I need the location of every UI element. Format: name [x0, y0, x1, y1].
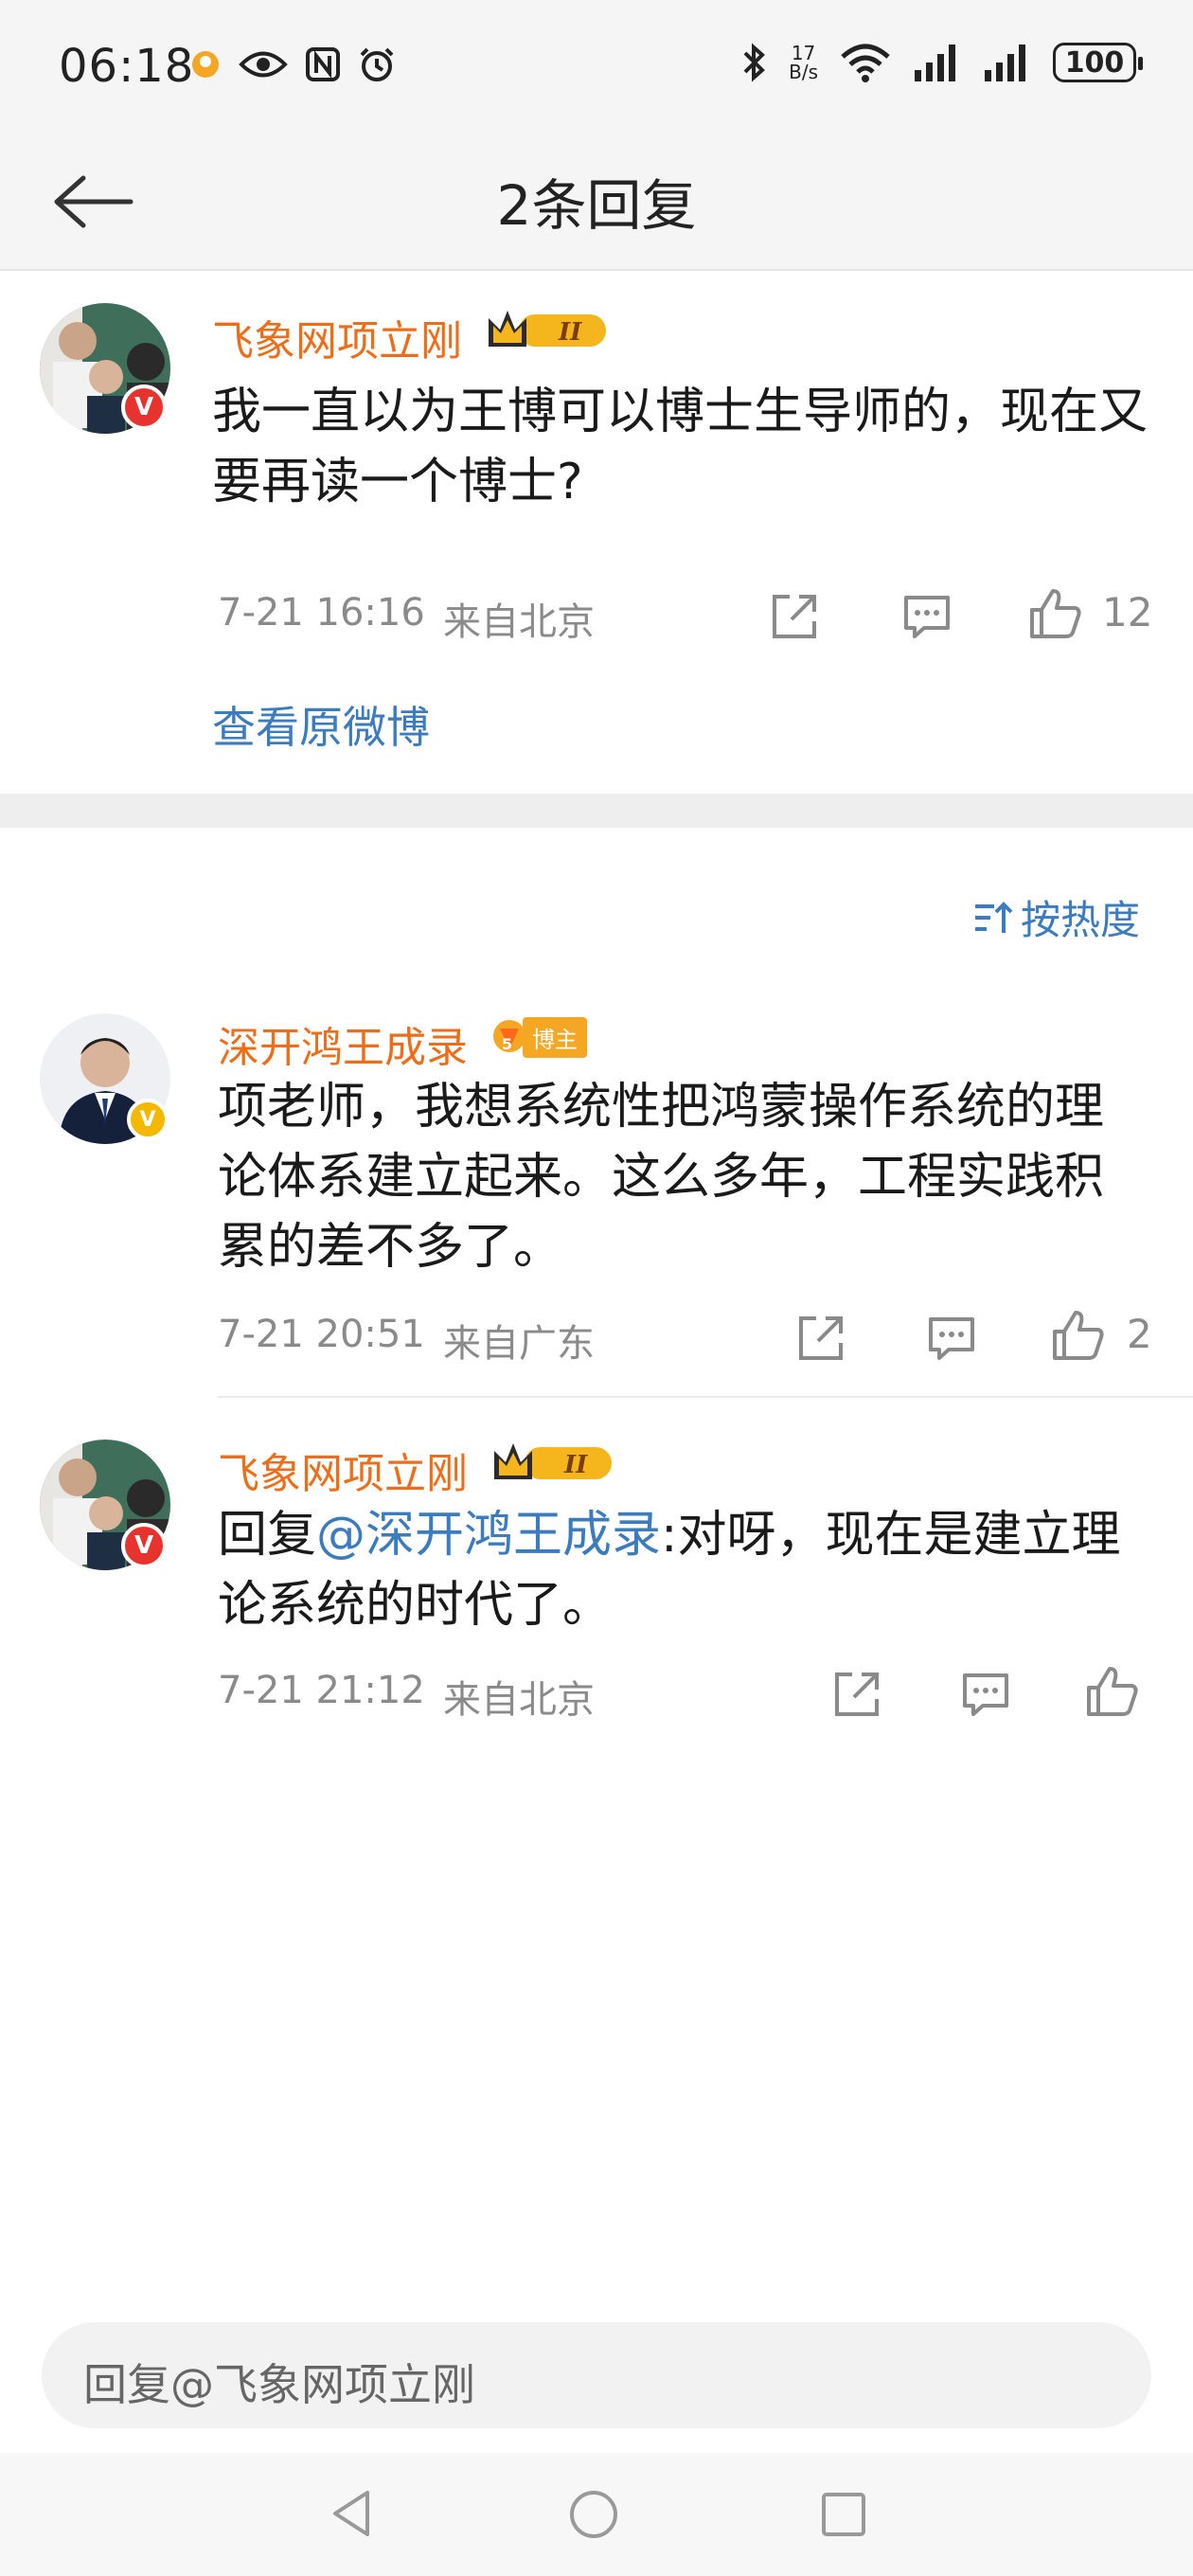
comment-time: 7-21 16:16: [218, 591, 425, 635]
comment-icon[interactable]: [960, 1669, 1011, 1720]
svg-text:II: II: [558, 318, 582, 347]
network-speed: 17 B/s: [789, 44, 818, 81]
bluetooth-icon: [743, 43, 766, 82]
reply-divider: [218, 1396, 1193, 1398]
comment-location: 来自北京: [443, 600, 595, 644]
reply-location: 来自广东: [443, 1322, 595, 1366]
reply-input[interactable]: 回复@飞象网项立刚: [42, 2322, 1151, 2428]
like-count: 2: [1127, 1311, 1152, 1357]
status-left-icons: [189, 45, 396, 83]
reply-location: 来自北京: [443, 1678, 595, 1722]
comment-content: 我一直以为王博可以博士生导师的，现在又要再读一个博士?: [212, 384, 1148, 510]
like-icon[interactable]: [1051, 1309, 1106, 1364]
wifi-icon: [841, 44, 890, 82]
svg-text:II: II: [563, 1451, 588, 1479]
status-time: 06:18: [59, 40, 195, 93]
page-title: 2条回复: [496, 173, 697, 238]
reply-input-placeholder: 回复@飞象网项立刚: [83, 2359, 475, 2410]
reply-time: 7-21 20:51: [218, 1313, 425, 1356]
mention-link[interactable]: @深开鸿王成录: [316, 1507, 661, 1564]
crown-badge-icon: II: [489, 311, 606, 347]
network-speed-value: 17: [791, 42, 816, 64]
username[interactable]: 飞象网项立刚: [218, 1440, 468, 1500]
nav-back-icon[interactable]: [326, 2487, 379, 2540]
nfc-icon: [306, 47, 340, 81]
battery-indicator: 100: [1053, 43, 1143, 82]
alarm-icon: [360, 47, 394, 81]
username[interactable]: 深开鸿王成录: [218, 1013, 468, 1074]
reply-prefix: 回复: [218, 1507, 317, 1564]
status-bar: 06:18 17 B/s 100: [0, 0, 1193, 133]
like-count: 12: [1102, 589, 1153, 635]
blogger-badge-label: 博主: [523, 1016, 587, 1058]
share-icon[interactable]: [831, 1669, 882, 1720]
original-comment: V 飞象网项立刚 II 我一直以为王博可以博士生导师的，现在又要再读一个博士? …: [0, 273, 1193, 792]
eye-icon: [239, 51, 288, 78]
like-icon[interactable]: [1028, 587, 1083, 642]
crown-badge-icon: II: [494, 1443, 612, 1479]
nav-recents-icon[interactable]: [820, 2491, 867, 2538]
nav-home-icon[interactable]: [568, 2489, 619, 2540]
svg-text:5: 5: [502, 1035, 512, 1053]
sort-label: 按热度: [1020, 897, 1140, 943]
view-original-link[interactable]: 查看原微博: [212, 693, 430, 756]
share-icon[interactable]: [795, 1313, 846, 1364]
comment-icon[interactable]: [901, 591, 953, 642]
signal-icon: [915, 45, 955, 81]
nav-bar: 2条回复: [0, 133, 1193, 271]
reply-content: 回复@深开鸿王成录:对呀，现在是建立理论系统的时代了。: [218, 1500, 1146, 1640]
verified-badge-icon: V: [121, 1523, 167, 1568]
status-right-icons: 17 B/s 100: [741, 42, 1143, 83]
sort-button[interactable]: 按热度: [971, 888, 1140, 946]
reply-content: 项老师，我想系统性把鸿蒙操作系统的理论体系建立起来。这么多年，工程实践积累的差不…: [218, 1079, 1105, 1276]
system-nav-bar: [0, 2453, 1193, 2576]
section-divider: [0, 794, 1193, 828]
sort-icon: [974, 901, 1013, 933]
verified-badge-icon: V: [127, 1099, 169, 1140]
reply-time: 7-21 21:12: [218, 1669, 425, 1712]
share-icon[interactable]: [769, 591, 820, 642]
like-icon[interactable]: [1085, 1665, 1140, 1720]
signal-icon: [985, 45, 1025, 81]
verified-badge-icon: V: [121, 385, 167, 430]
app-notification-icon: [192, 51, 219, 78]
username[interactable]: 飞象网项立刚: [212, 307, 462, 367]
comment-icon[interactable]: [926, 1313, 977, 1364]
blogger-badge: 5 博主: [490, 1016, 587, 1058]
network-speed-unit: B/s: [789, 61, 818, 83]
